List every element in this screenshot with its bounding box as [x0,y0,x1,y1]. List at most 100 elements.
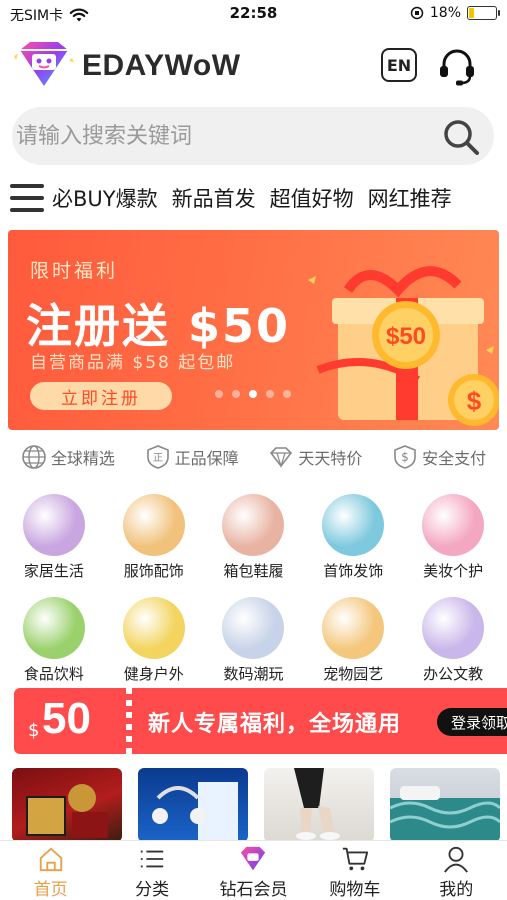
tab-home[interactable]: 首页 [1,841,101,900]
category-image [322,494,385,556]
coupon-body: 新人专属福利，全场通用 登录领取 [132,688,507,754]
carousel-dot[interactable] [232,390,240,398]
category-label: 数码潮玩 [223,665,284,683]
dollar-shield-icon: $ [394,445,416,469]
battery-fill [469,8,475,18]
assurance-payment: $ 安全支付 [392,444,486,470]
product-card[interactable] [138,768,248,842]
category-label: 宠物园艺 [323,665,384,683]
category-label: 食品饮料 [23,665,84,683]
diamond-member-icon [241,846,266,871]
svg-text:正: 正 [153,453,163,464]
status-bar: 无SIM卡 22:58 18% [0,0,507,28]
tab-label: 购物车 [329,880,381,900]
product-image [152,782,238,842]
tab-cart[interactable]: 购物车 [305,841,405,900]
cart-icon [342,847,368,871]
tab-label: 我的 [439,880,474,900]
category-image [322,597,385,659]
tab-label: 钻石会员 [219,880,288,900]
category-item[interactable]: 宠物园艺 [303,597,403,684]
battery-icon [467,6,500,20]
category-image [122,597,185,659]
category-image [22,494,85,556]
status-right: 18% [410,5,500,21]
category-label: 家居生活 [23,562,84,580]
diamond-icon [270,447,293,469]
coupon-login-button[interactable]: 登录领取 [437,708,507,736]
user-icon [444,846,469,873]
product-card[interactable] [264,768,374,842]
category-item[interactable]: 首饰发饰 [303,494,403,581]
carousel-dots[interactable] [215,390,291,398]
coupon-text: 新人专属福利，全场通用 [148,712,402,737]
promo-banner[interactable]: 限时福利 注册送 $50 自营商品满 $58 起包邮 立即注册 $50 $ [8,230,499,430]
new-user-coupon[interactable]: $ 50 新人专属福利，全场通用 登录领取 [14,688,507,754]
tab-value[interactable]: 超值好物 [270,183,354,213]
carousel-dot[interactable] [283,390,291,398]
category-item[interactable]: 美妆个护 [403,494,503,581]
assurance-label: 全球精选 [50,449,115,468]
tab-new[interactable]: 新品首发 [172,183,256,213]
brand-name: EDAYWoW [82,49,241,82]
category-item[interactable]: 办公文教 [403,597,503,684]
search-icon[interactable] [442,118,480,156]
svg-text:$: $ [467,386,482,416]
banner-tag: 限时福利 [30,260,119,282]
category-item[interactable]: 健身户外 [104,597,204,684]
tab-category[interactable]: 分类 [102,841,202,900]
category-image [222,494,285,556]
category-label: 办公文教 [423,665,484,683]
product-image [390,786,500,842]
category-item[interactable]: 服饰配饰 [104,494,204,581]
language-button[interactable]: EN [381,48,417,82]
category-label: 首饰发饰 [323,562,384,580]
category-nav: 必BUY爆款 新品首发 超值好物 网红推荐 [0,178,507,218]
headset-icon[interactable] [437,46,477,86]
tab-profile[interactable]: 我的 [406,841,506,900]
carousel-dot[interactable] [249,390,257,398]
list-icon [140,850,164,868]
category-item[interactable]: 数码潮玩 [204,597,304,684]
bottom-tab-bar: 首页 分类 钻石会员 购物车 我的 [0,840,507,900]
category-tabs: 必BUY爆款 新品首发 超值好物 网红推荐 [52,183,452,213]
category-label: 服饰配饰 [123,562,184,580]
category-image [22,597,85,659]
category-label: 健身户外 [123,665,184,683]
search-bar[interactable] [12,107,494,165]
register-button[interactable]: 立即注册 [30,382,172,410]
product-card[interactable] [12,768,122,842]
category-label: 箱包鞋履 [223,562,284,580]
tab-diamond-member[interactable]: 钻石会员 [203,841,303,900]
tab-influencer[interactable]: 网红推荐 [368,183,452,213]
assurance-label: 天天特价 [298,449,363,468]
diamond-logo-icon [14,42,74,86]
globe-icon [22,445,46,469]
tab-hot[interactable]: 必BUY爆款 [52,183,158,213]
tab-label: 首页 [33,880,68,900]
category-item[interactable]: 食品饮料 [4,597,104,684]
category-label: 美妆个护 [423,562,484,580]
menu-icon[interactable] [10,184,44,212]
coupon-amount: $ 50 [14,688,126,754]
product-image [294,768,340,840]
app-header: EDAYWoW EN [0,38,507,96]
carousel-dot[interactable] [266,390,274,398]
brand-logo[interactable]: EDAYWoW [14,40,241,92]
authentic-badge-icon: 正 [146,445,169,469]
category-item[interactable]: 箱包鞋履 [204,494,304,581]
battery-percent: 18% [429,5,461,21]
product-row [12,768,507,842]
product-image [26,784,108,838]
svg-text:$: $ [401,450,409,464]
category-image [122,494,185,556]
category-image [222,597,285,659]
carousel-dot[interactable] [215,390,223,398]
assurance-authentic: 正 正品保障 [145,444,239,470]
assurance-label: 安全支付 [422,449,487,468]
category-item[interactable]: 家居生活 [4,494,104,581]
search-input[interactable] [16,107,436,165]
gift-box-illustration: $50 $ [308,266,499,426]
product-card[interactable] [390,768,500,842]
category-image [422,597,485,659]
